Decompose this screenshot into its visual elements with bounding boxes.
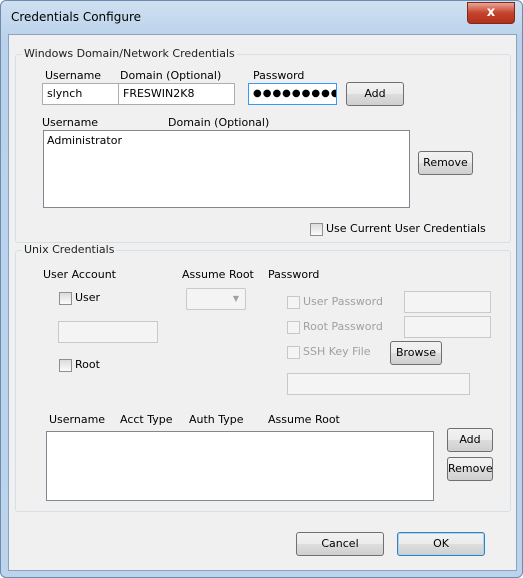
windows-username-label: Username	[45, 69, 102, 82]
unix-credentials-group: Unix Credentials User Account Assume Roo…	[15, 243, 511, 512]
windows-password-field[interactable]: ●●●●●●●●●	[248, 83, 337, 105]
ssh-key-label: SSH Key File	[303, 345, 371, 358]
user-password-label: User Password	[303, 295, 383, 308]
title-bar[interactable]: Credentials Configure x	[1, 1, 522, 35]
windows-credentials-group: Windows Domain/Network Credentials Usern…	[15, 47, 511, 243]
windows-list-header-username: Username	[42, 116, 99, 129]
list-item[interactable]: Administrator	[47, 134, 407, 149]
user-account-label: User Account	[43, 268, 116, 281]
window-title: Credentials Configure	[11, 10, 141, 24]
windows-credentials-group-label: Windows Domain/Network Credentials	[22, 47, 237, 60]
ok-button[interactable]: OK	[397, 532, 485, 556]
ssh-key-checkbox[interactable]	[287, 346, 300, 359]
browse-button[interactable]: Browse	[390, 341, 442, 365]
user-account-field[interactable]	[58, 321, 158, 343]
unix-add-button[interactable]: Add	[447, 428, 493, 452]
windows-domain-field[interactable]: FRESWIN2K8	[118, 83, 235, 105]
unix-list-header-assume-root: Assume Root	[268, 413, 340, 426]
dialog-client-area: Windows Domain/Network Credentials Usern…	[8, 34, 517, 571]
root-password-checkbox[interactable]	[287, 321, 300, 334]
assume-root-dropdown[interactable]: ▼	[186, 288, 246, 310]
use-current-credentials-label: Use Current User Credentials	[326, 222, 486, 235]
windows-list-header-domain: Domain (Optional)	[168, 116, 270, 129]
close-button[interactable]: x	[467, 2, 515, 24]
user-checkbox[interactable]	[59, 292, 72, 305]
root-password-field[interactable]	[404, 316, 491, 338]
user-checkbox-label: User	[75, 291, 101, 304]
unix-list-header-acct-type: Acct Type	[120, 413, 173, 426]
ssh-key-path-field[interactable]	[287, 373, 470, 395]
list-item-username: Administrator	[47, 134, 122, 147]
windows-remove-button[interactable]: Remove	[418, 151, 473, 175]
windows-add-button[interactable]: Add	[346, 82, 404, 106]
windows-credentials-list[interactable]: Administrator	[43, 130, 410, 208]
unix-list-header-auth-type: Auth Type	[189, 413, 244, 426]
windows-username-field[interactable]: slynch	[42, 83, 124, 105]
unix-remove-button[interactable]: Remove	[447, 457, 493, 481]
assume-root-label: Assume Root	[182, 268, 254, 281]
close-icon: x	[486, 5, 496, 20]
user-password-checkbox[interactable]	[287, 296, 300, 309]
dialog-window: Credentials Configure x Windows Domain/N…	[0, 0, 523, 578]
root-checkbox-label: Root	[75, 358, 100, 371]
root-password-label: Root Password	[303, 320, 383, 333]
unix-credentials-list[interactable]	[46, 431, 434, 501]
cancel-button[interactable]: Cancel	[296, 532, 384, 556]
unix-credentials-group-label: Unix Credentials	[22, 243, 117, 256]
windows-domain-label: Domain (Optional)	[120, 69, 222, 82]
user-password-field[interactable]	[404, 291, 491, 313]
root-checkbox[interactable]	[59, 359, 72, 372]
chevron-down-icon: ▼	[232, 294, 240, 303]
unix-password-label: Password	[268, 268, 320, 281]
use-current-credentials-checkbox[interactable]	[310, 223, 323, 236]
unix-list-header-username: Username	[49, 413, 106, 426]
windows-password-label: Password	[253, 69, 305, 82]
